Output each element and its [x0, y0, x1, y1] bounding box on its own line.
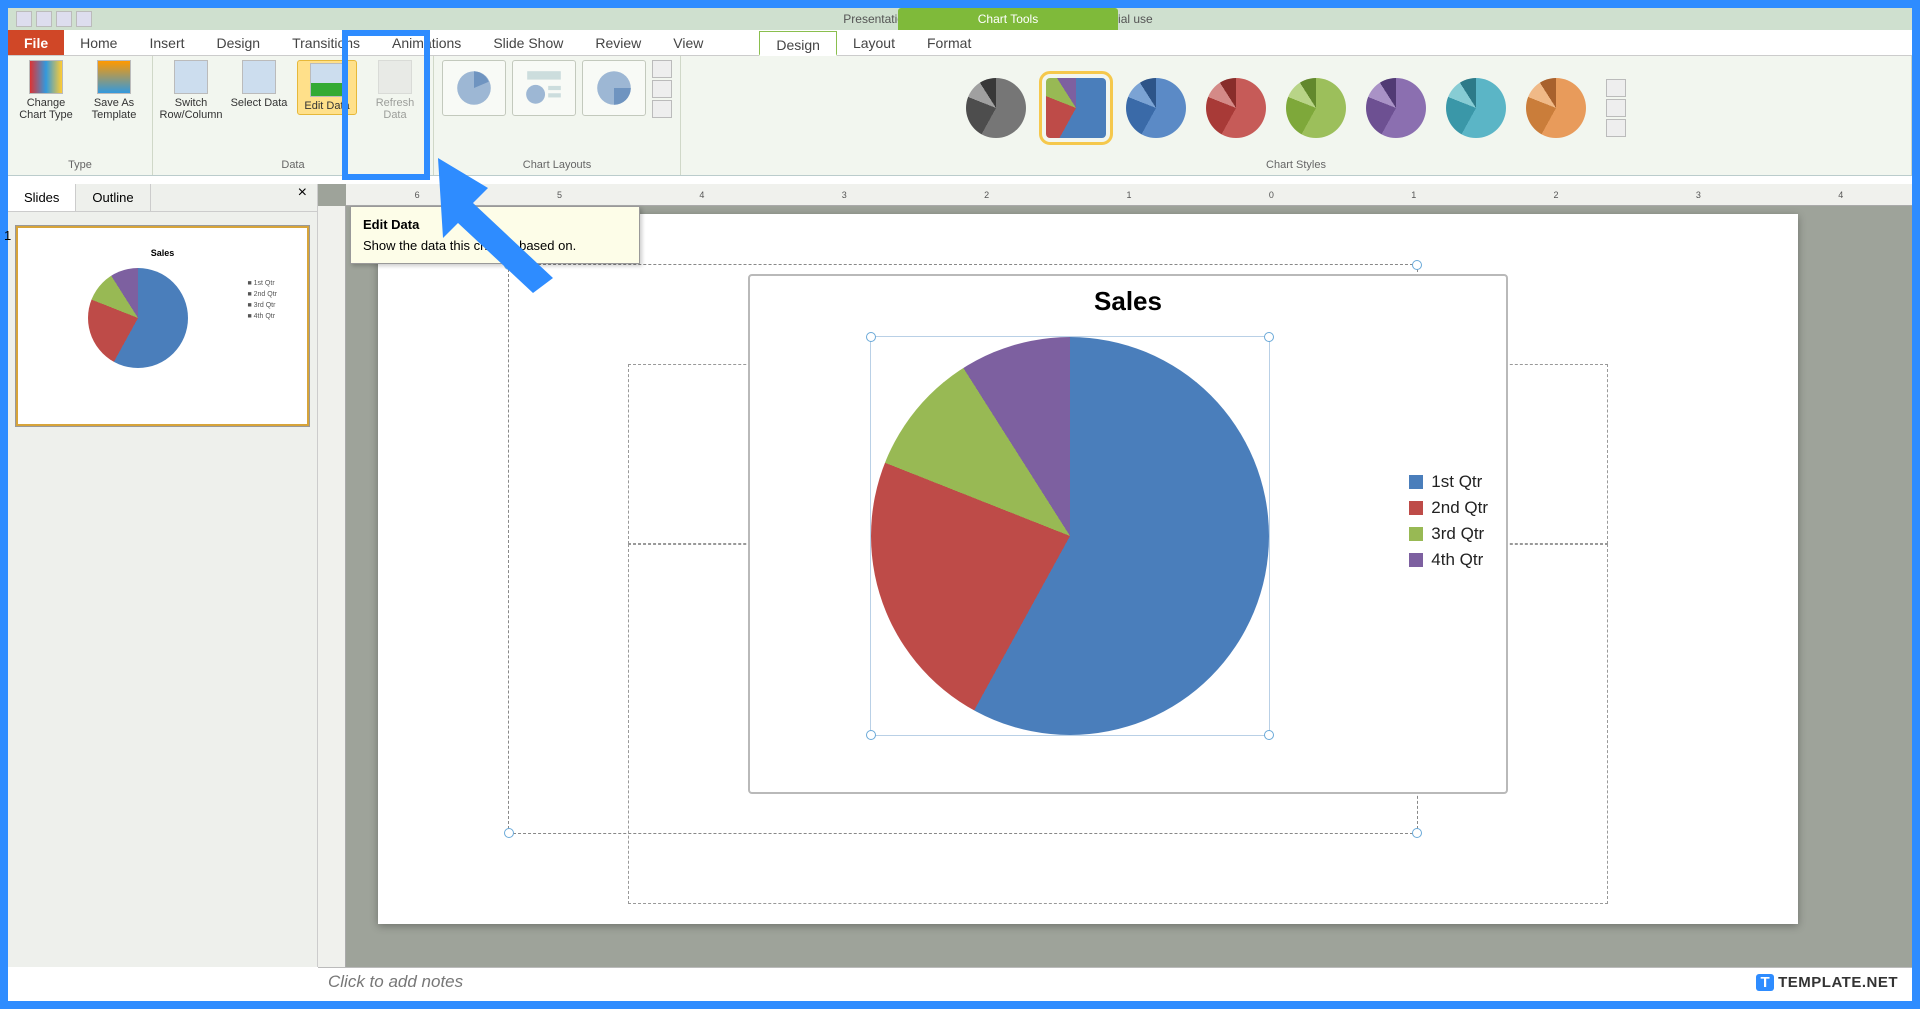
chevron-down-icon[interactable]: [652, 80, 672, 98]
outline-tab[interactable]: Outline: [76, 184, 150, 211]
bar-chart-icon: [29, 60, 63, 94]
slides-panel: Slides Outline × 1 Sales ■ 1st Qtr■ 2nd …: [8, 184, 318, 967]
tab-slideshow[interactable]: Slide Show: [477, 30, 579, 55]
more-icon[interactable]: [652, 100, 672, 118]
slide-canvas[interactable]: C le Sales 1st Qtr2nd Qtr3rd Qtr4th Qtr: [378, 214, 1798, 924]
chart-layout-3[interactable]: [582, 60, 646, 116]
vertical-ruler: [318, 206, 346, 967]
chart-layout-2[interactable]: [512, 60, 576, 116]
thumb-legend: ■ 1st Qtr■ 2nd Qtr■ 3rd Qtr■ 4th Qtr: [247, 278, 277, 322]
legend-item[interactable]: 1st Qtr: [1409, 472, 1488, 492]
edit-area: 65432101234 C le Sales: [318, 184, 1912, 967]
chart-title[interactable]: Sales: [750, 286, 1506, 317]
legend-item[interactable]: 4th Qtr: [1409, 550, 1488, 570]
tab-chart-format[interactable]: Format: [911, 30, 987, 55]
notes-pane[interactable]: Click to add notes: [318, 967, 1912, 1001]
plot-area[interactable]: [870, 336, 1270, 736]
watermark: TTEMPLATE.NET: [1756, 974, 1898, 991]
thumb-pie-icon: [88, 268, 188, 368]
tab-design[interactable]: Design: [201, 30, 277, 55]
resize-handle[interactable]: [1412, 260, 1422, 270]
change-chart-type-button[interactable]: Change Chart Type: [16, 60, 76, 121]
resize-handle[interactable]: [504, 828, 514, 838]
tab-review[interactable]: Review: [579, 30, 657, 55]
resize-handle[interactable]: [1264, 332, 1274, 342]
resize-handle[interactable]: [866, 332, 876, 342]
resize-handle[interactable]: [1264, 730, 1274, 740]
style-scroll[interactable]: [1606, 79, 1626, 137]
group-label-styles: Chart Styles: [1266, 155, 1326, 175]
group-label-data: Data: [281, 155, 304, 175]
workspace: Slides Outline × 1 Sales ■ 1st Qtr■ 2nd …: [8, 184, 1912, 967]
group-label-type: Type: [68, 155, 92, 175]
switch-row-column-button[interactable]: Switch Row/Column: [161, 60, 221, 121]
group-chart-styles: Chart Styles: [681, 56, 1912, 175]
annotation-highlight: [342, 30, 430, 180]
chevron-up-icon[interactable]: [652, 60, 672, 78]
tab-chart-layout[interactable]: Layout: [837, 30, 911, 55]
chart-style-7[interactable]: [1446, 78, 1506, 138]
chart-layout-1[interactable]: [442, 60, 506, 116]
chart-style-3[interactable]: [1126, 78, 1186, 138]
chart-style-6[interactable]: [1366, 78, 1426, 138]
annotation-arrow: [418, 148, 578, 298]
chart-style-2[interactable]: [1046, 78, 1106, 138]
legend-item[interactable]: 3rd Qtr: [1409, 524, 1488, 544]
switch-icon: [174, 60, 208, 94]
layout-scroll[interactable]: [652, 60, 672, 118]
select-data-button[interactable]: Select Data: [229, 60, 289, 109]
horizontal-ruler: 65432101234: [346, 184, 1912, 206]
tab-file[interactable]: File: [8, 30, 64, 55]
chart-style-1[interactable]: [966, 78, 1026, 138]
chart-style-8[interactable]: [1526, 78, 1586, 138]
tab-view[interactable]: View: [657, 30, 719, 55]
tab-insert[interactable]: Insert: [133, 30, 200, 55]
slides-tab[interactable]: Slides: [8, 184, 76, 211]
legend-item[interactable]: 2nd Qtr: [1409, 498, 1488, 518]
chart-legend[interactable]: 1st Qtr 2nd Qtr 3rd Qtr 4th Qtr: [1409, 466, 1488, 576]
chevron-down-icon[interactable]: [1606, 99, 1626, 117]
excel-icon: [310, 63, 344, 97]
tab-chart-design[interactable]: Design: [759, 31, 837, 56]
chevron-up-icon[interactable]: [1606, 79, 1626, 97]
quick-access-toolbar[interactable]: [16, 11, 92, 27]
save-as-template-button[interactable]: Save As Template: [84, 60, 144, 121]
more-icon[interactable]: [1606, 119, 1626, 137]
chart-style-5[interactable]: [1286, 78, 1346, 138]
resize-handle[interactable]: [866, 730, 876, 740]
thumb-chart-title: Sales: [18, 248, 307, 258]
pie-chart[interactable]: [871, 337, 1269, 735]
notes-placeholder: Click to add notes: [328, 972, 463, 991]
group-type: Change Chart Type Save As Template Type: [8, 56, 153, 175]
ribbon-tabs: File Home Insert Design Transitions Anim…: [8, 30, 1912, 56]
chart-object[interactable]: Sales 1st Qtr 2nd Qtr 3rd Qtr 4th Qtr: [748, 274, 1508, 794]
grid-icon: [242, 60, 276, 94]
slide-thumbnail-1[interactable]: 1 Sales ■ 1st Qtr■ 2nd Qtr■ 3rd Qtr■ 4th…: [16, 226, 309, 426]
slide-number: 1: [4, 228, 11, 243]
ribbon: Change Chart Type Save As Template Type …: [8, 56, 1912, 176]
chart-style-4[interactable]: [1206, 78, 1266, 138]
contextual-tab-label: Chart Tools: [898, 8, 1118, 30]
tab-home[interactable]: Home: [64, 30, 133, 55]
close-panel-button[interactable]: ×: [288, 184, 317, 211]
template-icon: [97, 60, 131, 94]
